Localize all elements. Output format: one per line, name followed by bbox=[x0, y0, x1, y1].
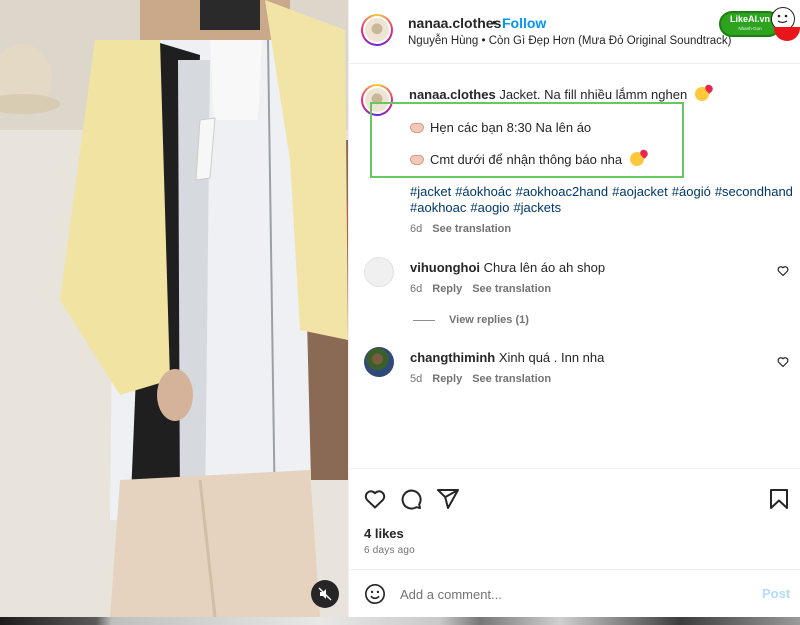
mute-button[interactable] bbox=[311, 580, 339, 608]
post-timestamp: 6 days ago bbox=[364, 545, 415, 556]
hashtag-link[interactable]: #aokhoac2hand bbox=[516, 184, 609, 199]
hashtag-link[interactable]: #jacket bbox=[410, 184, 451, 199]
post-photo bbox=[0, 0, 348, 617]
comment-body: Chưa lên áo ah shop bbox=[483, 260, 606, 275]
audio-track-link[interactable]: Nguyễn Hùng • Còn Gì Đẹp Hơn (Mưa Đỏ Ori… bbox=[408, 35, 732, 47]
commenter-avatar[interactable] bbox=[364, 347, 394, 377]
hashtag-link[interactable]: #aojacket bbox=[612, 184, 668, 199]
caption-username[interactable]: nanaa.clothes bbox=[409, 87, 496, 102]
replies-divider bbox=[413, 319, 435, 321]
view-replies-button[interactable]: View replies (1) bbox=[413, 314, 529, 326]
comment-meta: 6d Reply See translation bbox=[410, 283, 551, 295]
hashtag-link[interactable]: #áokhoác bbox=[455, 184, 511, 199]
caption-time: 6d bbox=[410, 223, 423, 235]
hashtag-link[interactable]: #áogió bbox=[672, 184, 711, 199]
comment-box-divider bbox=[349, 569, 800, 570]
comment-text-row: changthiminh Xinh quá . Inn nha bbox=[410, 350, 604, 365]
bookmark-icon[interactable] bbox=[767, 487, 791, 511]
next-post-strip bbox=[0, 617, 800, 625]
hashtag-link[interactable]: #aokhoac bbox=[410, 200, 466, 215]
emoji-icon[interactable] bbox=[364, 583, 386, 605]
hands-emoji-icon bbox=[410, 155, 424, 165]
add-comment-input[interactable] bbox=[400, 583, 730, 605]
comment-meta: 5d Reply See translation bbox=[410, 373, 551, 385]
post-media[interactable] bbox=[0, 0, 348, 617]
share-icon[interactable] bbox=[436, 487, 460, 511]
see-translation-link[interactable]: See translation bbox=[432, 223, 511, 235]
speaker-muted-icon bbox=[318, 587, 332, 601]
hashtag-link[interactable]: #aogio bbox=[470, 200, 509, 215]
author-username[interactable]: nanaa.clothes bbox=[408, 15, 501, 31]
caption-line-2: Cmt dưới để nhận thông báo nha bbox=[410, 152, 644, 167]
comment-icon[interactable] bbox=[399, 487, 423, 511]
hands-emoji-icon bbox=[410, 123, 424, 133]
watermark-tagline: Nhanh-Gọn bbox=[738, 26, 762, 31]
post-header: nanaa.clothes • Follow Nguyễn Hùng • Còn… bbox=[349, 0, 800, 64]
comment-text-row: vihuonghoi Chưa lên áo ah shop bbox=[410, 260, 605, 275]
post-details-panel: nanaa.clothes • Follow Nguyễn Hùng • Còn… bbox=[348, 0, 800, 617]
reply-button[interactable]: Reply bbox=[432, 283, 462, 295]
caption-text: Jacket. Na fill nhiều lắmm nghen bbox=[499, 87, 688, 102]
comment-time: 6d bbox=[410, 283, 423, 295]
comment-time: 5d bbox=[410, 373, 423, 385]
header-separator: • bbox=[492, 14, 497, 30]
caption-line-1: Hẹn các bạn 8:30 Na lên áo bbox=[410, 120, 591, 135]
follow-button[interactable]: Follow bbox=[502, 15, 546, 31]
comment-body: Xinh quá . Inn nha bbox=[498, 350, 605, 365]
author-avatar[interactable] bbox=[361, 14, 393, 46]
heart-icon[interactable] bbox=[363, 487, 387, 511]
commenter-avatar[interactable] bbox=[364, 257, 394, 287]
comment-like-heart-icon[interactable] bbox=[777, 356, 789, 368]
reply-button[interactable]: Reply bbox=[432, 373, 462, 385]
kiss-emoji-icon bbox=[629, 152, 644, 166]
actions-divider bbox=[349, 468, 800, 469]
caption-first-line: nanaa.clothes Jacket. Na fill nhiều lắmm… bbox=[409, 87, 709, 102]
watermark-accent bbox=[774, 27, 800, 41]
kiss-emoji-icon bbox=[694, 87, 709, 101]
hashtag-link[interactable]: #jackets bbox=[513, 200, 561, 215]
caption-meta: 6d See translation bbox=[410, 223, 511, 235]
avatar-image bbox=[365, 18, 389, 42]
caption-line-2-text: Cmt dưới để nhận thông báo nha bbox=[430, 152, 623, 167]
like-count[interactable]: 4 likes bbox=[364, 526, 404, 541]
post-comment-button[interactable]: Post bbox=[762, 586, 790, 601]
see-translation-link[interactable]: See translation bbox=[472, 373, 551, 385]
watermark-logo: LikeAI.vn Nhanh-Gọn bbox=[719, 7, 800, 41]
watermark-brand: LikeAI.vn bbox=[729, 14, 770, 24]
caption-line-1-text: Hẹn các bạn 8:30 Na lên áo bbox=[430, 120, 592, 135]
hashtag-link[interactable]: #secondhand bbox=[715, 184, 793, 199]
hashtag-list: #jacket #áokhoác #aokhoac2hand #aojacket #áo… bbox=[410, 184, 793, 216]
comment-like-heart-icon[interactable] bbox=[777, 265, 789, 277]
see-translation-link[interactable]: See translation bbox=[472, 283, 551, 295]
view-replies-label: View replies (1) bbox=[449, 314, 529, 326]
comment-username[interactable]: changthiminh bbox=[410, 350, 495, 365]
comment-username[interactable]: vihuonghoi bbox=[410, 260, 480, 275]
